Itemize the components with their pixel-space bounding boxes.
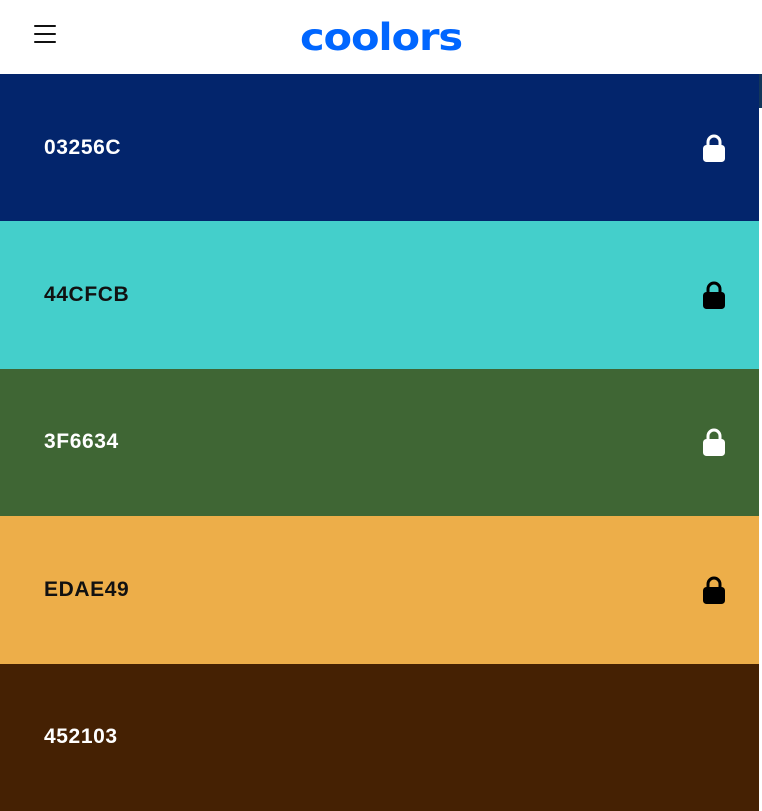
- color-swatch[interactable]: 03256C: [0, 74, 759, 222]
- lock-icon[interactable]: [702, 280, 726, 310]
- logo-svg: coolors: [300, 18, 463, 58]
- color-swatch[interactable]: 452103: [0, 663, 759, 811]
- color-swatch[interactable]: EDAE49: [0, 516, 759, 664]
- app-root: coolors 03256C 44CFCB 3F6634 EDAE49 4521…: [0, 0, 762, 811]
- color-swatch[interactable]: 44CFCB: [0, 221, 759, 369]
- coolors-logo[interactable]: coolors: [298, 18, 464, 58]
- swatch-hex-code[interactable]: EDAE49: [44, 578, 129, 602]
- swatch-hex-code[interactable]: 44CFCB: [44, 283, 129, 307]
- color-swatch[interactable]: 3F6634: [0, 368, 759, 517]
- logo-text: coolors: [300, 18, 462, 58]
- top-bar: coolors: [0, 0, 759, 74]
- swatch-hex-code[interactable]: 03256C: [44, 136, 121, 160]
- menu-line: [34, 33, 56, 36]
- menu-line: [34, 25, 56, 28]
- hamburger-menu-icon[interactable]: [32, 22, 58, 48]
- color-palette: 03256C 44CFCB 3F6634 EDAE49 452103: [0, 74, 759, 811]
- lock-icon[interactable]: [702, 133, 726, 163]
- lock-icon[interactable]: [702, 575, 726, 605]
- swatch-hex-code[interactable]: 3F6634: [44, 430, 119, 454]
- swatch-hex-code[interactable]: 452103: [44, 725, 118, 749]
- menu-line: [34, 41, 56, 44]
- lock-icon[interactable]: [702, 427, 726, 457]
